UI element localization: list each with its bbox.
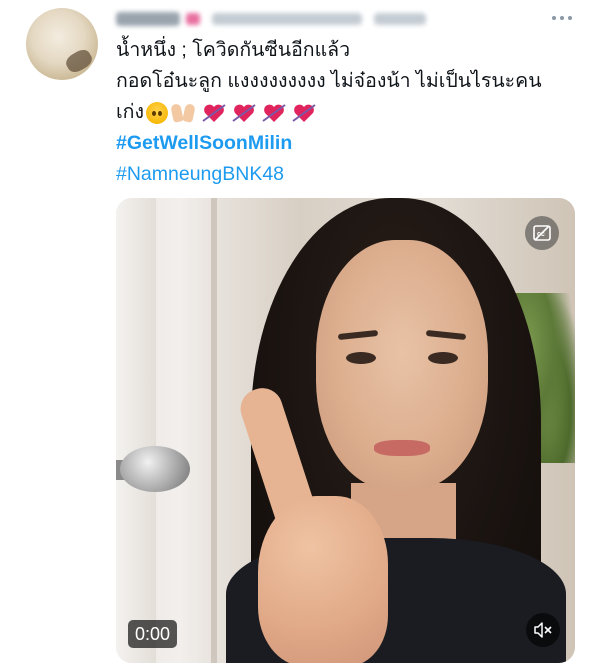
tweet-text: น้ำหนึ่ง ; โควิดกันซีนอีกแล้ว กอดโอ๋นะลู… <box>116 35 586 190</box>
more-options-icon[interactable] <box>547 6 577 30</box>
background-door <box>116 198 156 663</box>
video-time-display: 0:00 <box>128 620 178 648</box>
tweet-line-3-text: เก่ง <box>116 101 144 123</box>
pleading-face-icon <box>146 101 168 124</box>
tweet-time-blurred[interactable] <box>374 13 426 25</box>
heart-with-arrow-icon <box>232 102 256 124</box>
hashtag-getwellsoonmilin[interactable]: #GetWellSoonMilin <box>116 128 586 159</box>
author-handle-blurred[interactable] <box>212 13 362 25</box>
door-knob <box>120 446 190 492</box>
person-hand-pointing <box>198 382 388 663</box>
tweet-line-3: เก่ง <box>116 97 586 128</box>
heart-with-arrow-icon <box>292 102 316 124</box>
author-name-blurred[interactable] <box>116 12 180 26</box>
heart-with-arrow-icon <box>262 102 286 124</box>
hashtag-namneungbnk48[interactable]: #NamneungBNK48 <box>116 159 586 190</box>
muted-speaker-icon[interactable] <box>526 613 560 647</box>
tweet-line-1: น้ำหนึ่ง ; โควิดกันซีนอีกแล้ว <box>116 39 351 61</box>
tweet-line-2: กอดโอ๋นะลูก แงงงงงงงงง ไม่จ๋องน้า ไม่เป็… <box>116 70 542 92</box>
palms-up-together-icon <box>170 102 196 124</box>
author-name-emoji <box>186 13 200 25</box>
heart-with-arrow-icon <box>202 102 226 124</box>
tweet-header <box>116 8 426 30</box>
video-player[interactable]: cc 0:00 <box>116 198 575 663</box>
captions-off-icon[interactable]: cc <box>525 216 559 250</box>
author-avatar[interactable] <box>26 8 98 80</box>
